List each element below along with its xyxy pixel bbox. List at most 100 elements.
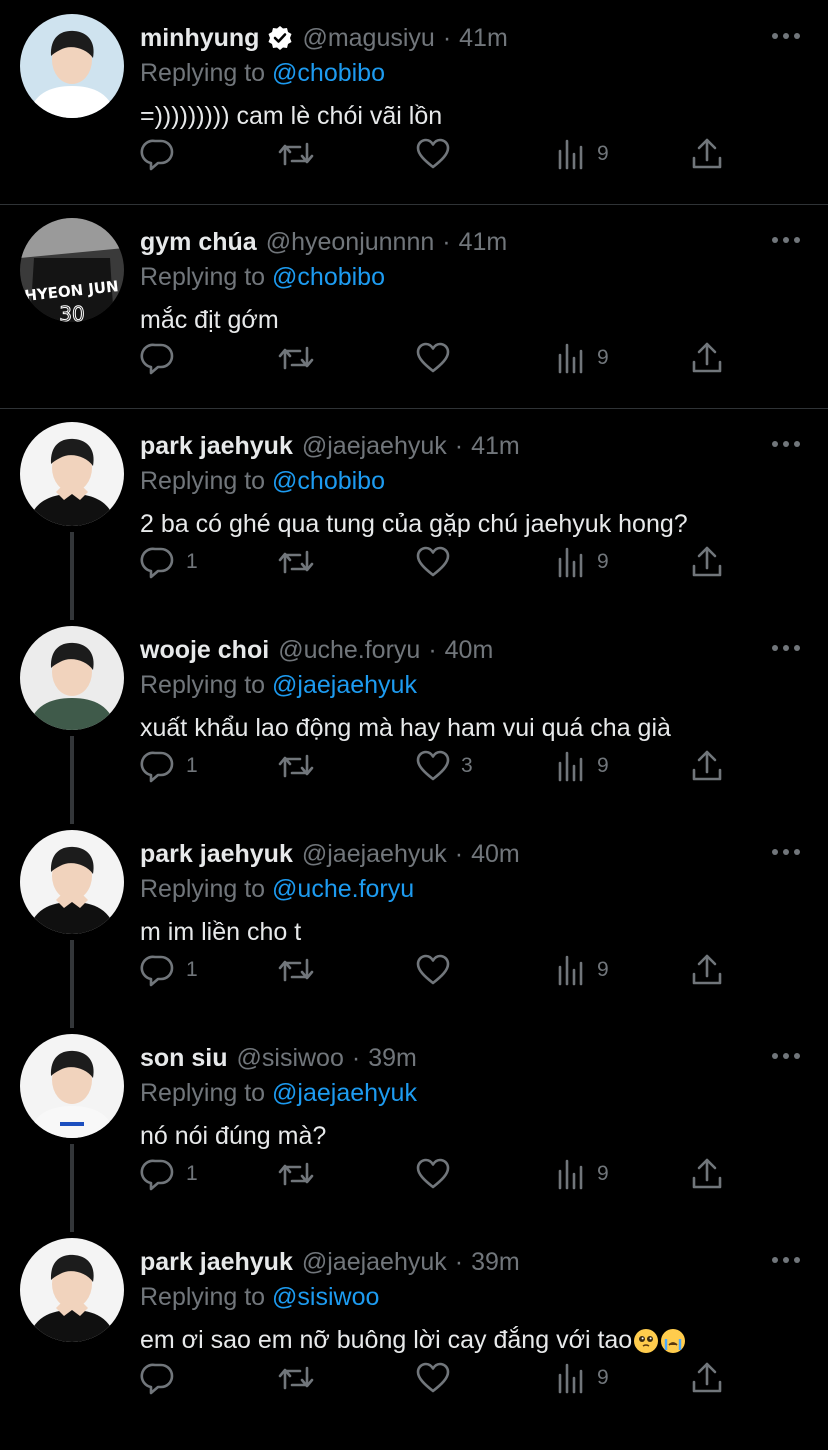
timestamp[interactable]: 40m xyxy=(445,632,494,668)
tweet[interactable]: HYEON JUN 30 gym chúa @hyeonjunnnn · 41m … xyxy=(0,204,828,408)
display-name[interactable]: wooje choi xyxy=(140,632,269,668)
reply-count: 1 xyxy=(186,958,198,981)
share-button[interactable] xyxy=(690,1154,724,1194)
views-button[interactable]: 9 xyxy=(555,1358,609,1398)
views-button[interactable]: 9 xyxy=(555,542,609,582)
tweet-text-content: xuất khẩu lao động mà hay ham vui quá ch… xyxy=(140,714,671,742)
mention-link[interactable]: @chobibo xyxy=(272,467,385,495)
like-button[interactable] xyxy=(415,338,461,378)
replying-to: Replying to @chobibo xyxy=(140,464,385,498)
reply-button[interactable]: 1 xyxy=(140,746,198,786)
mention-link[interactable]: @chobibo xyxy=(272,59,385,87)
retweet-button[interactable] xyxy=(276,134,326,174)
reply-icon xyxy=(140,751,174,783)
user-handle[interactable]: @jaejaehyuk xyxy=(302,428,447,464)
tweet[interactable]: minhyung @magusiyu · 41m Replying to @ch… xyxy=(0,0,828,204)
user-handle[interactable]: @magusiyu xyxy=(302,20,434,56)
mention-link[interactable]: @chobibo xyxy=(272,263,385,291)
more-options-button[interactable] xyxy=(770,24,802,48)
like-button[interactable] xyxy=(415,1154,461,1194)
reply-button[interactable]: 1 xyxy=(140,950,198,990)
timestamp[interactable]: 40m xyxy=(471,836,520,872)
view-count: 9 xyxy=(597,1162,609,1185)
timestamp[interactable]: 39m xyxy=(368,1040,417,1076)
user-handle[interactable]: @jaejaehyuk xyxy=(302,1244,447,1280)
timestamp[interactable]: 39m xyxy=(471,1244,520,1280)
more-options-button[interactable] xyxy=(770,1044,802,1068)
views-button[interactable]: 9 xyxy=(555,338,609,378)
user-handle[interactable]: @jaejaehyuk xyxy=(302,836,447,872)
reply-count: 1 xyxy=(186,550,198,573)
like-button[interactable] xyxy=(415,542,461,582)
tweet[interactable]: wooje choi @uche.foryu · 40m Replying to… xyxy=(0,612,828,816)
retweet-button[interactable] xyxy=(276,746,326,786)
avatar[interactable]: HYEON JUN 30 xyxy=(20,218,124,322)
more-icon xyxy=(772,849,800,855)
share-button[interactable] xyxy=(690,338,724,378)
retweet-button[interactable] xyxy=(276,1358,326,1398)
tweet[interactable]: son siu @sisiwoo · 39m Replying to @jaej… xyxy=(0,1020,828,1224)
like-button[interactable] xyxy=(415,1358,461,1398)
display-name[interactable]: son siu xyxy=(140,1040,228,1076)
view-count: 9 xyxy=(597,1366,609,1389)
like-button[interactable] xyxy=(415,134,461,174)
more-options-button[interactable] xyxy=(770,840,802,864)
timestamp[interactable]: 41m xyxy=(471,428,520,464)
replying-to: Replying to @chobibo xyxy=(140,56,385,90)
mention-link[interactable]: @sisiwoo xyxy=(272,1283,379,1311)
reply-button[interactable]: 1 xyxy=(140,542,198,582)
share-button[interactable] xyxy=(690,1358,724,1398)
timestamp[interactable]: 41m xyxy=(459,20,508,56)
user-handle[interactable]: @hyeonjunnnn xyxy=(266,224,435,260)
reply-button[interactable]: 1 xyxy=(140,1154,198,1194)
more-options-button[interactable] xyxy=(770,432,802,456)
mention-link[interactable]: @jaejaehyuk xyxy=(272,1079,417,1107)
user-handle[interactable]: @uche.foryu xyxy=(278,632,420,668)
share-button[interactable] xyxy=(690,542,724,582)
share-button[interactable] xyxy=(690,746,724,786)
tweet[interactable]: park jaehyuk @jaejaehyuk · 39m Replying … xyxy=(0,1224,828,1428)
views-button[interactable]: 9 xyxy=(555,950,609,990)
avatar[interactable] xyxy=(20,1238,124,1342)
reply-button[interactable] xyxy=(140,134,186,174)
views-button[interactable]: 9 xyxy=(555,1154,609,1194)
tweet-text: xuất khẩu lao động mà hay ham vui quá ch… xyxy=(140,708,671,748)
share-button[interactable] xyxy=(690,950,724,990)
retweet-button[interactable] xyxy=(276,1154,326,1194)
avatar[interactable] xyxy=(20,830,124,934)
display-name[interactable]: park jaehyuk xyxy=(140,1244,293,1280)
like-button[interactable]: 3 xyxy=(415,746,473,786)
svg-text:30: 30 xyxy=(59,302,84,322)
avatar[interactable] xyxy=(20,14,124,118)
avatar[interactable] xyxy=(20,422,124,526)
display-name[interactable]: minhyung xyxy=(140,20,259,56)
display-name[interactable]: park jaehyuk xyxy=(140,428,293,464)
avatar[interactable] xyxy=(20,1034,124,1138)
user-handle[interactable]: @sisiwoo xyxy=(237,1040,344,1076)
avatar[interactable] xyxy=(20,626,124,730)
tweet[interactable]: park jaehyuk @jaejaehyuk · 41m Replying … xyxy=(0,408,828,612)
heart-icon xyxy=(416,1362,450,1393)
replying-to-label: Replying to xyxy=(140,59,266,87)
more-options-button[interactable] xyxy=(770,636,802,660)
retweet-button[interactable] xyxy=(276,542,326,582)
timestamp[interactable]: 41m xyxy=(459,224,508,260)
more-options-button[interactable] xyxy=(770,228,802,252)
mention-link[interactable]: @jaejaehyuk xyxy=(272,671,417,699)
like-button[interactable] xyxy=(415,950,461,990)
views-button[interactable]: 9 xyxy=(555,134,609,174)
display-name[interactable]: gym chúa xyxy=(140,224,257,260)
retweet-button[interactable] xyxy=(276,338,326,378)
tweet-actions: 9 xyxy=(0,134,828,174)
display-name[interactable]: park jaehyuk xyxy=(140,836,293,872)
views-button[interactable]: 9 xyxy=(555,746,609,786)
view-count: 9 xyxy=(597,958,609,981)
mention-link[interactable]: @uche.foryu xyxy=(272,875,414,903)
views-icon xyxy=(558,751,583,782)
share-button[interactable] xyxy=(690,134,724,174)
reply-button[interactable] xyxy=(140,338,186,378)
reply-button[interactable] xyxy=(140,1358,186,1398)
tweet[interactable]: park jaehyuk @jaejaehyuk · 40m Replying … xyxy=(0,816,828,1020)
more-options-button[interactable] xyxy=(770,1248,802,1272)
retweet-button[interactable] xyxy=(276,950,326,990)
